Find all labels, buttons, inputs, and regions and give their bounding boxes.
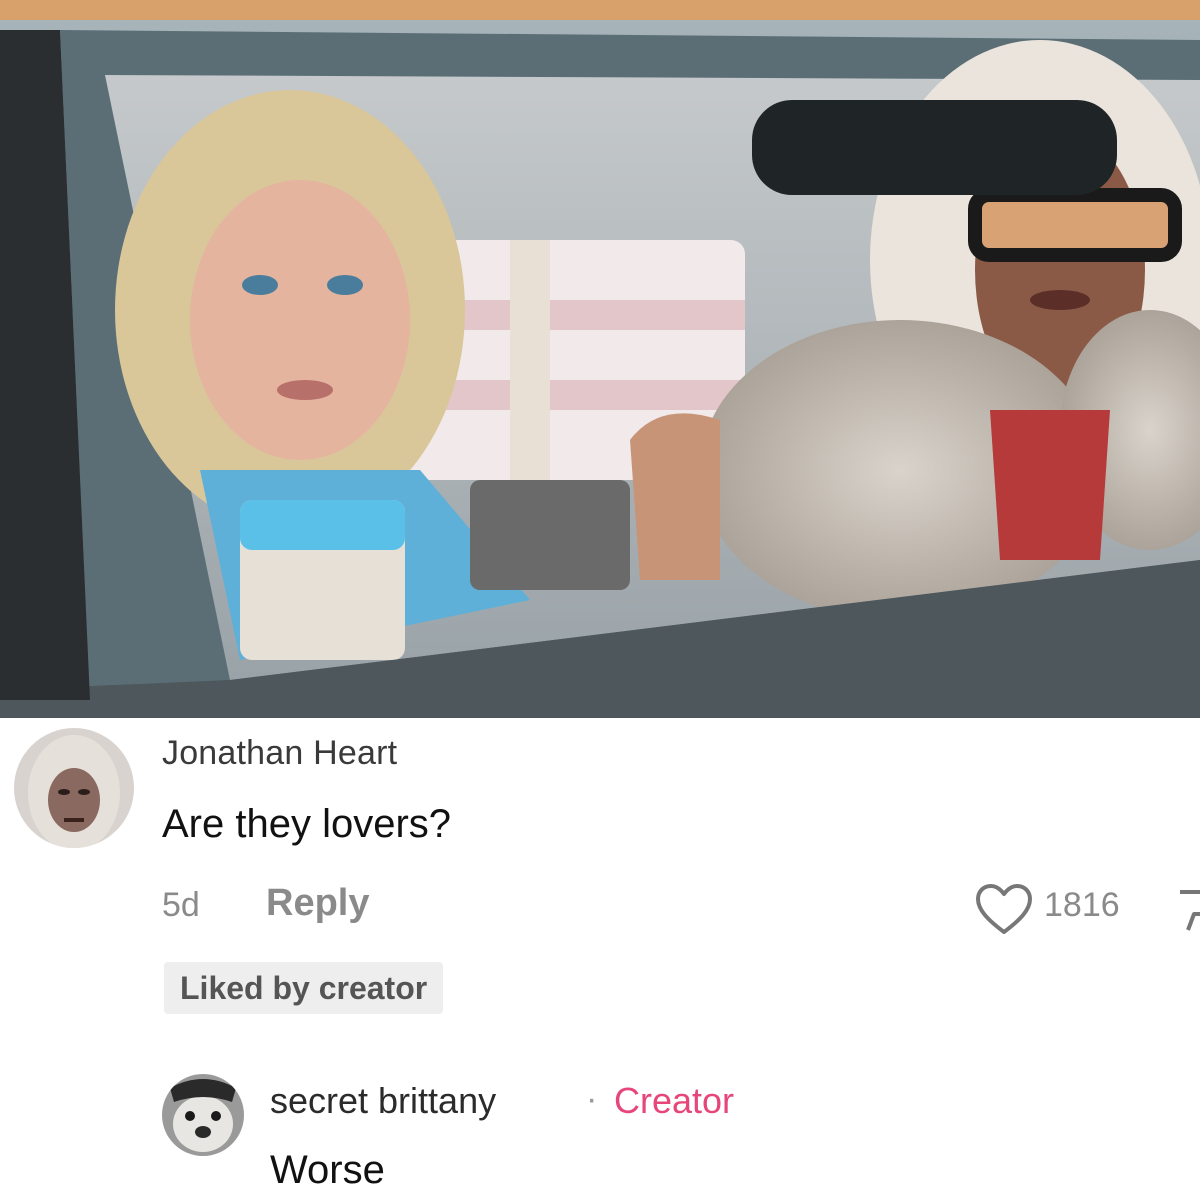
comment-timestamp: 5d: [162, 886, 200, 924]
reply-text: Worse: [270, 1148, 385, 1192]
comment-section: Jonathan Heart Are they lovers? 5d Reply…: [0, 718, 1200, 1200]
like-count: 1816: [1044, 886, 1120, 924]
liked-by-creator-badge: Liked by creator: [164, 962, 444, 1014]
post-photo: [0, 0, 1200, 718]
separator-dot: ·: [586, 1080, 598, 1118]
user-avatar-image: [14, 728, 134, 848]
reply-author[interactable]: secret brittany: [270, 1080, 496, 1122]
dislike-icon: [1180, 890, 1200, 931]
dislike-button[interactable]: [1174, 884, 1200, 936]
like-button[interactable]: [974, 884, 1034, 936]
car-scene-image: [0, 0, 1200, 718]
creator-badge: Creator: [614, 1080, 735, 1121]
creator-avatar-image: [162, 1074, 244, 1156]
reply-button[interactable]: Reply: [266, 882, 369, 925]
avatar[interactable]: [14, 728, 134, 848]
heart-icon: [976, 884, 1032, 934]
comment-text: Are they lovers?: [162, 802, 452, 846]
comment-author[interactable]: Jonathan Heart: [162, 734, 397, 773]
avatar[interactable]: [162, 1074, 244, 1156]
